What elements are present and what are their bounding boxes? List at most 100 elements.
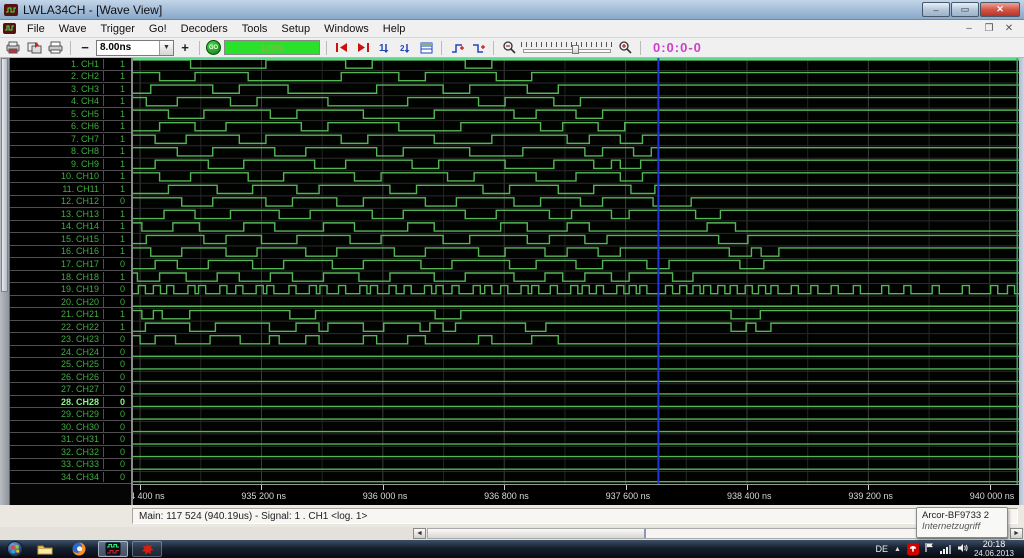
go-to-end-icon[interactable] [354, 40, 372, 55]
maximize-button[interactable]: ▭ [951, 2, 979, 17]
menu-setup[interactable]: Setup [274, 21, 317, 37]
close-button[interactable]: ✕ [980, 2, 1020, 17]
zoom-out-icon[interactable] [500, 40, 518, 55]
network-signal-icon[interactable] [940, 545, 951, 554]
channel-row[interactable]: 24. CH240 [10, 346, 131, 359]
channel-value: 1 [103, 309, 131, 319]
cursor-1-icon[interactable]: 1 [375, 40, 393, 55]
channel-row[interactable]: 11. CH111 [10, 183, 131, 196]
scroll-left-arrow[interactable]: ◄ [413, 528, 426, 539]
channel-row[interactable]: 13. CH131 [10, 208, 131, 221]
channel-row[interactable]: 1. CH11 [10, 58, 131, 71]
taskbar-explorer-button[interactable] [30, 541, 60, 557]
channel-row[interactable]: 3. CH31 [10, 83, 131, 96]
menu-decoders[interactable]: Decoders [174, 21, 235, 37]
channel-list: 1. CH112. CH213. CH314. CH415. CH516. CH… [10, 58, 133, 484]
channel-row[interactable]: 25. CH250 [10, 358, 131, 371]
menu-wave[interactable]: Wave [52, 21, 94, 37]
channel-row[interactable]: 29. CH290 [10, 408, 131, 421]
zoom-slider-thumb[interactable] [572, 45, 579, 54]
channel-row[interactable]: 15. CH151 [10, 233, 131, 246]
taskbar-firefox-button[interactable] [64, 541, 94, 557]
timebase-decrease-button[interactable]: − [77, 40, 93, 56]
wave-area[interactable] [133, 58, 1019, 484]
cursor-2-icon[interactable]: 2 [396, 40, 414, 55]
channel-row[interactable]: 23. CH230 [10, 333, 131, 346]
print-icon[interactable] [46, 40, 64, 55]
channel-row[interactable]: 5. CH51 [10, 108, 131, 121]
export-icon[interactable] [25, 40, 43, 55]
clock-date: 24.06.2013 [974, 549, 1014, 558]
channel-value: 0 [103, 359, 131, 369]
channel-row[interactable]: 18. CH181 [10, 271, 131, 284]
menu-trigger[interactable]: Trigger [93, 21, 141, 37]
title-bar[interactable]: LWLA34CH - [Wave View] – ▭ ✕ [0, 0, 1024, 20]
cursor-time-readout: 0:0:0-0 [647, 40, 708, 55]
channel-row[interactable]: 20. CH200 [10, 296, 131, 309]
channel-row[interactable]: 30. CH300 [10, 421, 131, 434]
channel-row[interactable]: 17. CH170 [10, 258, 131, 271]
cursor-table-icon[interactable] [417, 40, 435, 55]
acquire-icon[interactable] [4, 40, 22, 55]
channel-row[interactable]: 9. CH91 [10, 158, 131, 171]
volume-icon[interactable] [957, 540, 968, 558]
channel-row[interactable]: 32. CH320 [10, 446, 131, 459]
taskbar-red-app-button[interactable] [132, 541, 162, 557]
horizontal-scrollbar[interactable]: ◄ ► [0, 527, 1024, 540]
menu-help[interactable]: Help [376, 21, 413, 37]
mdi-minimize-button[interactable]: – [961, 23, 977, 34]
channel-scrollbar-thumb[interactable] [1, 58, 8, 292]
channel-row[interactable]: 26. CH260 [10, 371, 131, 384]
trigger-rising-icon[interactable] [448, 40, 466, 55]
channel-row[interactable]: 8. CH81 [10, 146, 131, 159]
channel-row[interactable]: 22. CH221 [10, 321, 131, 334]
axis-tick [868, 485, 869, 490]
channel-row[interactable]: 6. CH61 [10, 121, 131, 134]
channel-value: 0 [103, 372, 131, 382]
mdi-close-button[interactable]: ✕ [1001, 23, 1017, 34]
go-button[interactable]: GO [206, 40, 221, 55]
timebase-select[interactable]: 8.00ns ▼ [96, 40, 174, 56]
channel-row[interactable]: 27. CH270 [10, 383, 131, 396]
axis-tick [140, 485, 141, 490]
channel-row[interactable]: 16. CH161 [10, 246, 131, 259]
chevron-down-icon[interactable]: ▼ [159, 41, 173, 55]
start-button[interactable] [2, 541, 28, 557]
channel-row[interactable]: 10. CH101 [10, 171, 131, 184]
axis-tick-label: 936 000 ns [363, 491, 408, 501]
channel-row[interactable]: 28. CH280 [10, 396, 131, 409]
channel-row[interactable]: 19. CH190 [10, 283, 131, 296]
channel-row[interactable]: 7. CH71 [10, 133, 131, 146]
channel-scrollbar[interactable] [0, 58, 10, 484]
scroll-right-arrow[interactable]: ► [1010, 528, 1023, 539]
taskbar-lwla-button[interactable] [98, 541, 128, 557]
channel-row[interactable]: 33. CH330 [10, 459, 131, 472]
hidden-icons-chevron[interactable]: ▲ [894, 546, 901, 553]
channel-label: 19. CH19 [10, 284, 103, 294]
mdi-restore-button[interactable]: ❐ [981, 23, 997, 34]
channel-row[interactable]: 2. CH21 [10, 71, 131, 84]
channel-row[interactable]: 14. CH141 [10, 221, 131, 234]
channel-row[interactable]: 34. CH340 [10, 471, 131, 484]
channel-label: 31. CH31 [10, 434, 103, 444]
zoom-in-icon[interactable] [616, 40, 634, 55]
trigger-falling-icon[interactable] [469, 40, 487, 55]
zoom-slider[interactable] [521, 41, 613, 55]
menu-windows[interactable]: Windows [317, 21, 376, 37]
timebase-increase-button[interactable]: + [177, 40, 193, 56]
scroll-thumb[interactable] [428, 529, 646, 538]
go-to-start-icon[interactable] [333, 40, 351, 55]
taskbar-clock[interactable]: 20:18 24.06.2013 [974, 540, 1018, 558]
menu-file[interactable]: File [20, 21, 52, 37]
channel-value: 0 [103, 284, 131, 294]
menu-go[interactable]: Go! [142, 21, 174, 37]
action-center-flag-icon[interactable] [925, 540, 934, 558]
channel-row[interactable]: 21. CH211 [10, 308, 131, 321]
minimize-button[interactable]: – [922, 2, 950, 17]
avira-tray-icon[interactable] [907, 543, 919, 555]
channel-row[interactable]: 31. CH310 [10, 433, 131, 446]
channel-row[interactable]: 4. CH41 [10, 96, 131, 109]
language-indicator[interactable]: DE [876, 544, 889, 554]
menu-tools[interactable]: Tools [235, 21, 275, 37]
channel-row[interactable]: 12. CH120 [10, 196, 131, 209]
